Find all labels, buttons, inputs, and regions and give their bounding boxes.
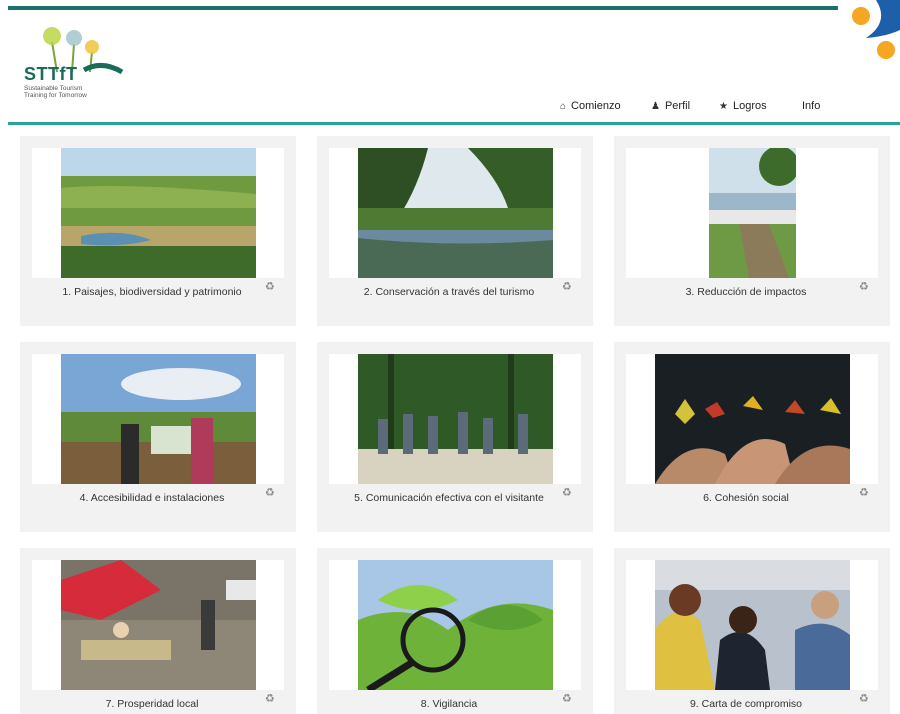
module-title: 2. Conservación a través del turismo [363,286,535,298]
hands-autumn-leaves-image [655,354,850,484]
main-nav: ⌂ Comienzo ♟ Perfil ★ Logros Info [0,100,900,118]
module-card-8[interactable]: 8. Vigilancia ♻ [317,548,593,714]
conference-people-image [655,560,850,690]
magnifier-leaves-image [358,560,553,690]
user-icon: ♟ [651,100,660,112]
header-top-border [8,6,838,10]
badge-icon: ♻ [562,487,572,499]
module-card-2[interactable]: 2. Conservación a través del turismo ♻ [317,136,593,326]
viewpoint-visitors-image [61,354,256,484]
badge-icon: ♻ [265,281,275,293]
module-title: 8. Vigilancia [420,698,478,710]
module-card-1[interactable]: 1. Paisajes, biodiversidad y patrimonio … [20,136,296,326]
badge-icon: ♻ [859,693,869,705]
nav-info[interactable]: Info [802,100,820,112]
forest-river-image [358,148,553,278]
module-card-5[interactable]: 5. Comunicación efectiva con el visitant… [317,342,593,532]
badge-icon: ♻ [562,693,572,705]
module-card-7[interactable]: 7. Prosperidad local ♻ [20,548,296,714]
module-card-3[interactable]: 3. Reducción de impactos ♻ [614,136,890,326]
brand-tagline: Sustainable Tourism Training for Tomorro… [24,85,87,99]
module-card-4[interactable]: 4. Accesibilidad e instalaciones ♻ [20,342,296,532]
vineyard-landscape-image [61,148,256,278]
header-bottom-border [8,122,900,125]
marina-walkway-image [709,148,796,278]
star-icon: ★ [719,100,728,112]
home-icon: ⌂ [560,100,567,112]
badge-icon: ♻ [859,281,869,293]
module-title: 1. Paisajes, biodiversidad y patrimonio [62,286,242,298]
module-title: 5. Comunicación efectiva con el visitant… [354,492,544,504]
nav-perfil[interactable]: ♟ Perfil [651,100,690,112]
module-title: 7. Prosperidad local [105,698,199,710]
module-card-6[interactable]: 6. Cohesión social ♻ [614,342,890,532]
market-stall-image [61,560,256,690]
badge-icon: ♻ [265,693,275,705]
badge-icon: ♻ [562,281,572,293]
nav-comienzo[interactable]: ⌂ Comienzo [560,100,621,112]
module-card-9[interactable]: 9. Carta de compromiso ♻ [614,548,890,714]
nav-logros[interactable]: ★ Logros [719,100,767,112]
badge-icon: ♻ [265,487,275,499]
module-title: 4. Accesibilidad e instalaciones [79,492,225,504]
module-title: 3. Reducción de impactos [685,286,807,298]
brand-name: STTfT [24,64,78,84]
partner-logo-icon [852,0,900,59]
guided-group-forest-image [358,354,553,484]
badge-icon: ♻ [859,487,869,499]
module-title: 6. Cohesión social [703,492,789,504]
module-title: 9. Carta de compromiso [689,698,803,710]
